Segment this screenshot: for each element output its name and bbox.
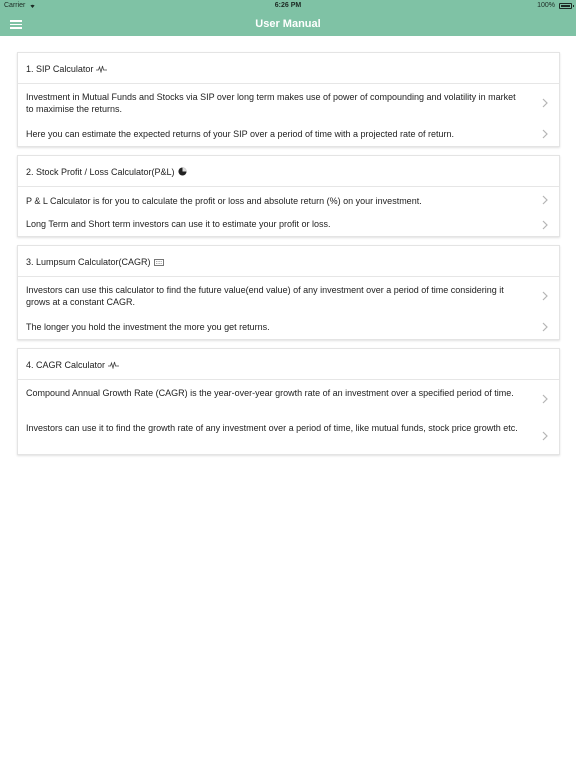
section-title: 1. SIP Calculator	[26, 64, 94, 74]
section-card-profit-loss: 2. Stock Profit / Loss Calculator(P&L) P…	[17, 155, 560, 237]
list-item[interactable]: P & L Calculator is for you to calculate…	[18, 187, 559, 213]
section-title: 3. Lumpsum Calculator(CAGR)	[26, 257, 151, 267]
section-card-sip: 1. SIP Calculator Investment in Mutual F…	[17, 52, 560, 147]
row-text: Long Term and Short term investors can u…	[26, 219, 331, 229]
chevron-right-icon	[541, 291, 549, 301]
section-header: 1. SIP Calculator	[18, 53, 559, 84]
pulse-icon	[96, 54, 108, 86]
chevron-right-icon	[541, 98, 549, 108]
manual-list: 1. SIP Calculator Investment in Mutual F…	[17, 52, 560, 463]
section-header: 3. Lumpsum Calculator(CAGR)	[18, 246, 559, 277]
row-text: P & L Calculator is for you to calculate…	[26, 196, 422, 206]
row-text: Investors can use it to find the growth …	[26, 423, 518, 433]
list-item[interactable]: Investment in Mutual Funds and Stocks vi…	[18, 84, 559, 121]
section-card-lumpsum: 3. Lumpsum Calculator(CAGR) Investors ca…	[17, 245, 560, 340]
keyboard-icon	[153, 247, 164, 279]
row-text: Compound Annual Growth Rate (CAGR) is th…	[26, 388, 514, 398]
list-item[interactable]: Long Term and Short term investors can u…	[18, 213, 559, 236]
section-title: 2. Stock Profit / Loss Calculator(P&L)	[26, 167, 175, 177]
status-bar: Carrier 6:26 PM 100%	[0, 0, 576, 12]
list-item[interactable]: The longer you hold the investment the m…	[18, 314, 559, 339]
pie-ball-icon	[178, 157, 187, 189]
list-item[interactable]: Compound Annual Growth Rate (CAGR) is th…	[18, 380, 559, 417]
row-text: The longer you hold the investment the m…	[26, 322, 270, 332]
section-title: 4. CAGR Calculator	[26, 360, 106, 370]
chevron-right-icon	[541, 195, 549, 205]
nav-bar: User Manual	[0, 12, 576, 36]
section-header: 4. CAGR Calculator	[18, 349, 559, 380]
row-text: Investors can use this calculator to fin…	[26, 285, 504, 307]
list-item[interactable]: Here you can estimate the expected retur…	[18, 121, 559, 146]
list-item[interactable]: Investors can use this calculator to fin…	[18, 277, 559, 314]
list-item[interactable]: Investors can use it to find the growth …	[18, 417, 559, 454]
page-title: User Manual	[255, 18, 321, 30]
section-header: 2. Stock Profit / Loss Calculator(P&L)	[18, 156, 559, 187]
battery-icon	[559, 3, 574, 9]
pulse-icon	[108, 350, 120, 382]
battery-percent: 100%	[537, 2, 555, 9]
chevron-right-icon	[541, 322, 549, 332]
clock: 6:26 PM	[274, 2, 302, 9]
top-bar: Carrier 6:26 PM 100% User Manual	[0, 0, 576, 36]
chevron-right-icon	[541, 394, 549, 404]
chevron-right-icon	[541, 431, 549, 441]
row-text: Investment in Mutual Funds and Stocks vi…	[26, 92, 516, 114]
section-card-cagr: 4. CAGR Calculator Compound Annual Growt…	[17, 348, 560, 455]
chevron-right-icon	[541, 129, 549, 139]
row-text: Here you can estimate the expected retur…	[26, 129, 455, 139]
chevron-right-icon	[541, 220, 549, 230]
